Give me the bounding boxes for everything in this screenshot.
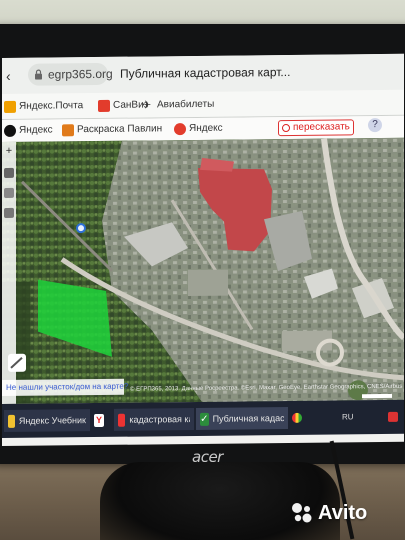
- yandex-uchebnik-icon: [8, 414, 15, 428]
- chrome-icon[interactable]: [292, 412, 302, 423]
- avito-logo-icon: [292, 503, 312, 523]
- bookmark-aviabilety[interactable]: ✈ Авиабилеты: [142, 96, 214, 115]
- bookmark-label: Яндекс: [19, 124, 53, 136]
- bookmark-label: Раскраска Павлин: [77, 123, 163, 136]
- check-icon: ✓: [200, 412, 209, 426]
- yandex-icon: [4, 124, 16, 137]
- ruler-icon[interactable]: [8, 353, 26, 372]
- people-icon[interactable]: [4, 207, 14, 218]
- avito-watermark: Avito: [290, 498, 400, 528]
- page-title: Публичная кадастровая карт...: [120, 64, 291, 81]
- taskbar-item-cadastral[interactable]: ✓ Публичная кадастровая...: [196, 407, 288, 430]
- taskbar-label: Яндекс Учебник: [18, 415, 86, 426]
- yandex-red-icon: [174, 123, 186, 136]
- location-pin-icon[interactable]: [76, 223, 86, 234]
- raskraska-icon: [62, 124, 74, 137]
- tab-scroll-icon[interactable]: ‹: [2, 58, 24, 94]
- taskbar-label: кадастровая карта клин...: [129, 413, 190, 425]
- taskbar-item-video[interactable]: кадастровая карта клин...: [114, 407, 194, 431]
- search-icon: [282, 123, 290, 133]
- yandex-browser-icon: Y: [94, 413, 104, 427]
- taskbar-item-yandex-browser[interactable]: Y: [90, 409, 112, 431]
- video-icon: [118, 413, 126, 427]
- satellite-imagery: [2, 137, 404, 404]
- zoom-in-icon[interactable]: +: [4, 145, 14, 157]
- bookmark-yandex-2[interactable]: Яндекс: [174, 120, 223, 139]
- cadastral-map[interactable]: [2, 137, 404, 405]
- help-icon[interactable]: ?: [368, 118, 382, 133]
- language-indicator[interactable]: RU: [342, 410, 362, 424]
- bookmark-raskraska[interactable]: Раскраска Павлин: [62, 120, 162, 139]
- taskbar-item-yandex-uchebnik[interactable]: Яндекс Учебник: [4, 409, 90, 432]
- bookmark-label: Авиабилеты: [157, 98, 215, 111]
- measure-icon[interactable]: [4, 187, 14, 198]
- bookmark-yandex[interactable]: Яндекс: [4, 121, 53, 140]
- tray-notification-icon[interactable]: [388, 411, 398, 422]
- avito-text: Avito: [318, 501, 368, 524]
- sanviz-icon: [98, 99, 110, 112]
- bookmark-label: Яндекс.Почта: [19, 100, 84, 112]
- not-found-link[interactable]: Не нашли участок/дом на карте?: [2, 378, 128, 396]
- map-scale-bar: [362, 393, 392, 399]
- taskbar-label: Публичная кадастровая...: [212, 412, 284, 424]
- browser-address-bar: ‹ egrp365.org Публичная кадастровая карт…: [2, 53, 404, 94]
- monitor-screen: ‹ egrp365.org Публичная кадастровая карт…: [2, 53, 404, 447]
- bookmark-yandex-mail[interactable]: Яндекс.Почта: [4, 97, 83, 116]
- lock-icon: [35, 69, 42, 80]
- bookmark-label: Яндекс: [189, 122, 223, 135]
- airplane-icon: ✈: [142, 99, 152, 112]
- yandex-mail-icon: [4, 100, 16, 113]
- bookmark-sanviz[interactable]: СанВиз: [98, 96, 148, 115]
- layers-icon[interactable]: [4, 167, 14, 178]
